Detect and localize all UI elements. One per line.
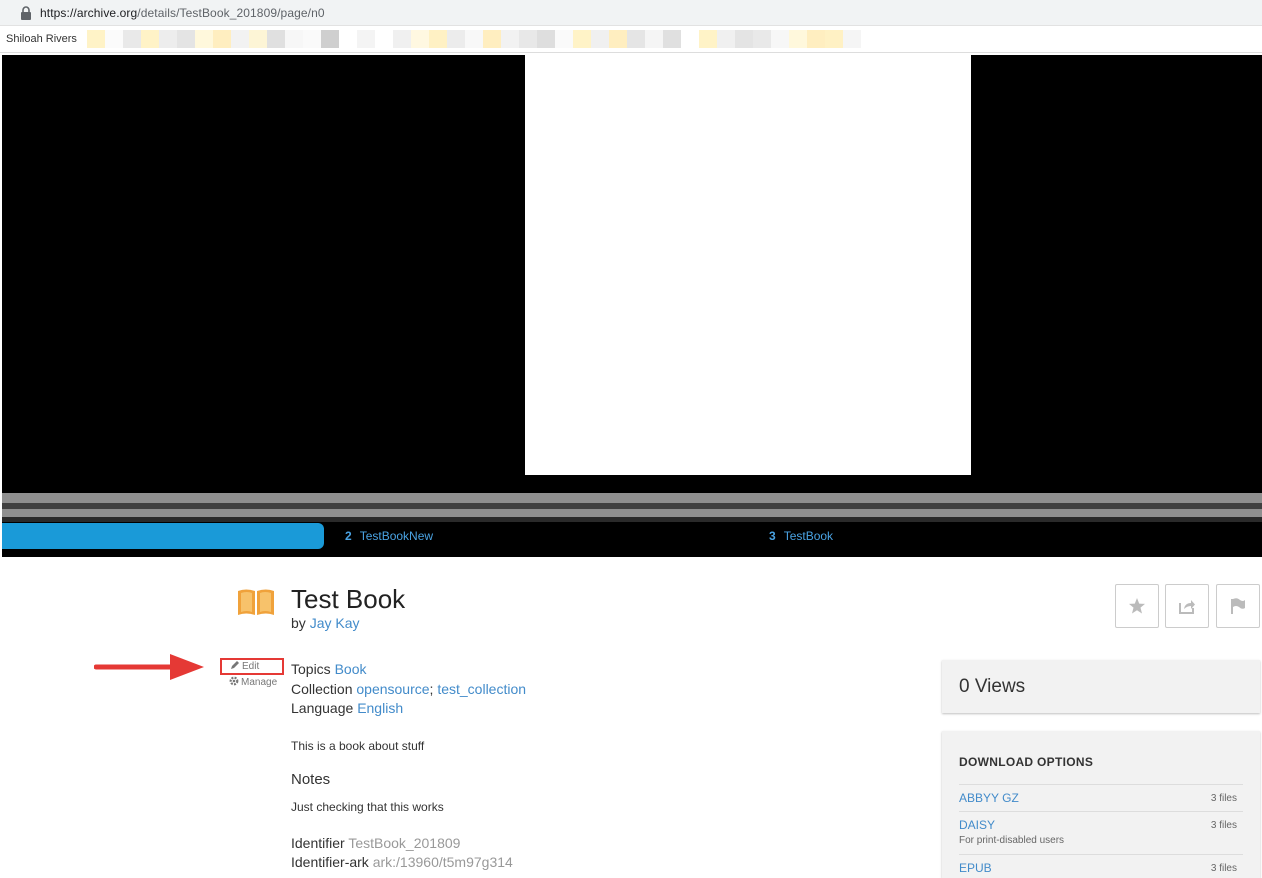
pencil-icon (231, 661, 239, 669)
address-bar[interactable]: https://archive.org/details/TestBook_201… (0, 0, 1262, 26)
manage-label: Manage (241, 677, 278, 688)
download-link-daisy[interactable]: DAISY (959, 818, 995, 832)
share-button[interactable] (1165, 584, 1209, 628)
item-description: This is a book about stuff (291, 739, 425, 753)
edit-button[interactable]: Edit (220, 658, 284, 675)
identifier-label: Identifier (291, 835, 345, 851)
share-icon (1179, 600, 1195, 614)
chapter-item-3[interactable]: 3 TestBook (769, 529, 833, 543)
collection-link-opensource[interactable]: opensource (356, 681, 429, 697)
chapter-progress-bar[interactable] (2, 523, 324, 549)
download-row-abbyy: ABBYY GZ 3 files (959, 784, 1243, 811)
lock-icon (21, 5, 31, 20)
download-subtitle: For print-disabled users (959, 835, 1065, 846)
identifier-ark-value: ark:/13960/t5m97g314 (372, 854, 513, 870)
download-options-heading: DOWNLOAD OPTIONS (959, 755, 1094, 769)
favorite-button[interactable] (1115, 584, 1159, 628)
language-link[interactable]: English (357, 700, 403, 716)
chapter-title: TestBook (783, 529, 834, 543)
identifier-row: Identifier TestBook_201809 (291, 835, 460, 851)
book-page[interactable] (525, 55, 971, 475)
gear-icon (229, 676, 239, 686)
download-row-epub: EPUB 3 files (959, 854, 1243, 878)
notes-heading: Notes (291, 771, 331, 788)
edit-label: Edit (242, 661, 260, 672)
topics-row: Topics Book (291, 661, 367, 677)
star-icon (1129, 598, 1145, 614)
download-row-daisy: DAISY For print-disabled users 3 files (959, 811, 1243, 854)
flag-button[interactable] (1216, 584, 1260, 628)
language-row: Language English (291, 700, 403, 716)
item-title: Test Book (291, 584, 406, 614)
download-link-epub[interactable]: EPUB (959, 861, 992, 875)
chapter-navbar: 2 TestBookNew 3 TestBook (2, 522, 1262, 557)
url-path: /details/TestBook_201809/page/n0 (137, 5, 325, 20)
book-reader[interactable] (2, 55, 1262, 493)
reader-scrubber[interactable] (2, 493, 1262, 522)
collection-row: Collection opensource; test_collection (291, 681, 527, 697)
file-count: 3 files (1210, 863, 1237, 874)
topics-label: Topics (291, 661, 331, 677)
red-arrow-annotation (94, 654, 204, 680)
byline: by Jay Kay (291, 615, 360, 631)
file-count: 3 files (1210, 793, 1237, 804)
collection-link-test[interactable]: test_collection (437, 681, 526, 697)
chapter-item-2[interactable]: 2 TestBookNew (345, 529, 433, 543)
chapter-title: TestBookNew (359, 529, 434, 543)
identifier-value: TestBook_201809 (348, 835, 461, 851)
views-count: 0 Views (942, 660, 1260, 713)
blurred-bookmarks (86, 30, 861, 48)
identifier-ark-label: Identifier-ark (291, 854, 369, 870)
by-label: by (291, 615, 306, 631)
identifier-ark-row: Identifier-ark ark:/13960/t5m97g314 (291, 854, 513, 870)
chapter-number: 3 (769, 529, 776, 543)
author-link[interactable]: Jay Kay (310, 615, 360, 631)
topic-link[interactable]: Book (335, 661, 367, 677)
bookmarks-bar: Shiloah Rivers (0, 26, 1262, 53)
url-text[interactable]: https://archive.org/details/TestBook_201… (40, 6, 325, 20)
language-label: Language (291, 700, 354, 716)
url-domain: https://archive.org (40, 5, 138, 20)
download-options-panel: DOWNLOAD OPTIONS ABBYY GZ 3 files DAISY … (942, 731, 1260, 878)
notes-body: Just checking that this works (291, 800, 444, 814)
file-count: 3 files (1210, 820, 1237, 831)
collection-label: Collection (291, 681, 353, 697)
flag-icon (1231, 598, 1245, 614)
download-link-abbyy[interactable]: ABBYY GZ (959, 791, 1019, 805)
chapter-number: 2 (345, 529, 352, 543)
bookmark-user[interactable]: Shiloah Rivers (6, 33, 77, 45)
manage-button[interactable]: Manage (229, 676, 277, 688)
book-icon (238, 589, 274, 615)
